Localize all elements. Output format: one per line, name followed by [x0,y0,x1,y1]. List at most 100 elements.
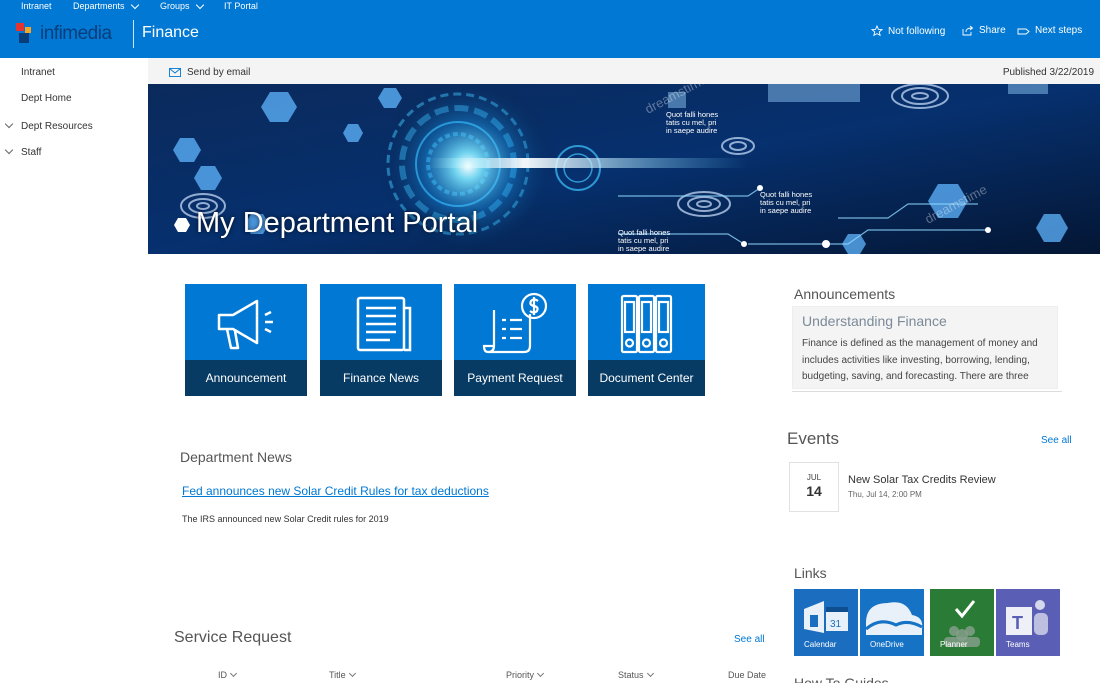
svg-text:31: 31 [830,619,842,630]
infimedia-logo[interactable]: infimedia [16,21,112,47]
quick-link-finance-news[interactable]: Finance News [320,284,442,396]
chevron-down-icon [646,669,654,678]
follow-label: Not following [888,25,946,37]
link-tile-onedrive[interactable]: OneDrive [860,589,924,656]
star-outline-icon [871,25,883,37]
column-header-status[interactable]: Status [618,669,654,680]
quick-link-label: Document Center [588,360,705,396]
event-day: 14 [806,483,822,499]
suite-nav-label: Intranet [21,1,52,11]
announcement-card[interactable]: Understanding Finance Finance is defined… [792,306,1058,389]
binders-icon [620,294,673,354]
chevron-down-icon [195,0,204,9]
quick-link-payment-request[interactable]: Payment Request [454,284,576,396]
hero-overlay-line: in saepe audire [760,206,811,215]
quick-link-document-center[interactable]: Document Center [588,284,705,396]
suite-nav-intranet[interactable]: Intranet [21,1,52,11]
announcement-divider [792,391,1062,392]
news-article-link[interactable]: Fed announces new Solar Credit Rules for… [182,484,489,498]
chevron-down-icon [348,669,356,678]
suite-nav-it-portal[interactable]: IT Portal [224,1,258,11]
links-title: Links [794,565,827,581]
payment-receipt-icon [482,292,548,354]
hero-overlay-line: in saepe audire [618,244,669,253]
svg-text:T: T [1012,613,1023,633]
chevron-down-icon [229,669,238,678]
send-by-email-label: Send by email [187,67,251,78]
left-nav-label: Dept Resources [21,121,93,132]
mail-icon [169,68,181,77]
left-nav-item-dept-home[interactable]: Dept Home [21,93,72,104]
follow-button[interactable]: Not following [871,25,945,37]
events-title: Events [787,429,839,448]
newspaper-icon [356,296,412,352]
column-header-priority[interactable]: Priority [506,669,545,680]
service-request-see-all-link[interactable]: See all [734,634,765,645]
suite-nav-groups[interactable]: Groups [160,0,204,11]
sharepoint-page: Intranet Departments Groups IT Portal in… [0,0,1100,683]
quick-link-label: Announcement [185,360,307,396]
event-date-badge[interactable]: JUL 14 [789,462,839,512]
share-icon [962,25,974,36]
announcements-title: Announcements [794,286,896,302]
left-nav-item-intranet[interactable]: Intranet [21,67,55,78]
column-header-id[interactable]: ID [218,669,238,680]
left-nav-label: Dept Home [21,93,72,104]
suite-nav-departments[interactable]: Departments [73,0,139,11]
next-steps-icon [1017,28,1030,34]
events-see-all-link[interactable]: See all [1041,435,1072,446]
hero-overlay-line: in saepe audire [666,126,717,135]
link-tile-teams[interactable]: T Teams [996,589,1060,656]
link-tile-label: Calendar [804,640,837,649]
megaphone-icon [217,299,273,350]
logo-mark-icon [16,23,38,45]
quick-link-announcement[interactable]: Announcement [185,284,307,396]
hero-title: My Department Portal [196,207,479,239]
header-divider [133,20,134,48]
link-tile-calendar[interactable]: 31 Calendar [794,589,858,656]
left-nav-label: Intranet [21,67,55,78]
link-tile-label: OneDrive [870,640,904,649]
link-tile-label: Planner [940,640,968,649]
suite-nav-label: IT Portal [224,1,258,11]
left-nav-label: Staff [21,147,42,158]
left-navigation: Intranet Dept Home Dept Resources Staff [0,58,148,683]
hero-banner: Quot falli hones tatis cu mel, pri in sa… [148,84,1100,254]
column-header-label: Priority [506,670,535,680]
share-label: Share [979,25,1006,36]
left-nav-item-staff[interactable]: Staff [0,145,148,160]
service-request-title: Service Request [174,629,292,646]
column-header-label: ID [218,670,227,680]
logo-text: infimedia [40,23,112,44]
link-tile-planner[interactable]: Planner [930,589,994,656]
suite-bar: Intranet Departments Groups IT Portal in… [0,0,1100,58]
column-header-label: Status [618,670,644,680]
event-month: JUL [806,473,822,482]
how-to-guides-title: How To Guides [794,675,889,683]
suite-nav-label: Departments [73,1,125,11]
column-header-label: Title [329,670,346,680]
next-steps-button[interactable]: Next steps [1017,25,1082,36]
site-title[interactable]: Finance [142,24,199,42]
chevron-down-icon[interactable] [4,119,14,129]
share-button[interactable]: Share [962,25,1006,36]
news-article-description: The IRS announced new Solar Credit rules… [182,514,389,524]
department-news-title: Department News [180,449,293,465]
hero-overlay-text-2: Quot falli hones tatis cu mel, pri in sa… [760,190,814,215]
command-bar: Send by email Published 3/22/2019 [148,58,1100,84]
announcement-item-body: Finance is defined as the management of … [802,338,1038,382]
event-title[interactable]: New Solar Tax Credits Review [848,474,996,486]
column-header-label: Due Date [728,670,767,680]
hero-overlay-text-1: Quot falli hones tatis cu mel, pri in sa… [666,110,720,135]
quick-link-label: Payment Request [454,360,576,396]
published-date: Published 3/22/2019 [1002,67,1094,78]
next-steps-label: Next steps [1035,25,1083,36]
left-nav-item-dept-resources[interactable]: Dept Resources [0,119,148,134]
send-by-email-button[interactable]: Send by email [169,67,250,78]
quick-link-label: Finance News [320,360,442,396]
suite-nav-label: Groups [160,1,190,11]
column-header-title[interactable]: Title [329,669,356,680]
chevron-down-icon[interactable] [4,145,14,155]
announcement-item-title: Understanding Finance [802,313,947,329]
column-header-due-date[interactable]: Due Date [728,670,766,680]
